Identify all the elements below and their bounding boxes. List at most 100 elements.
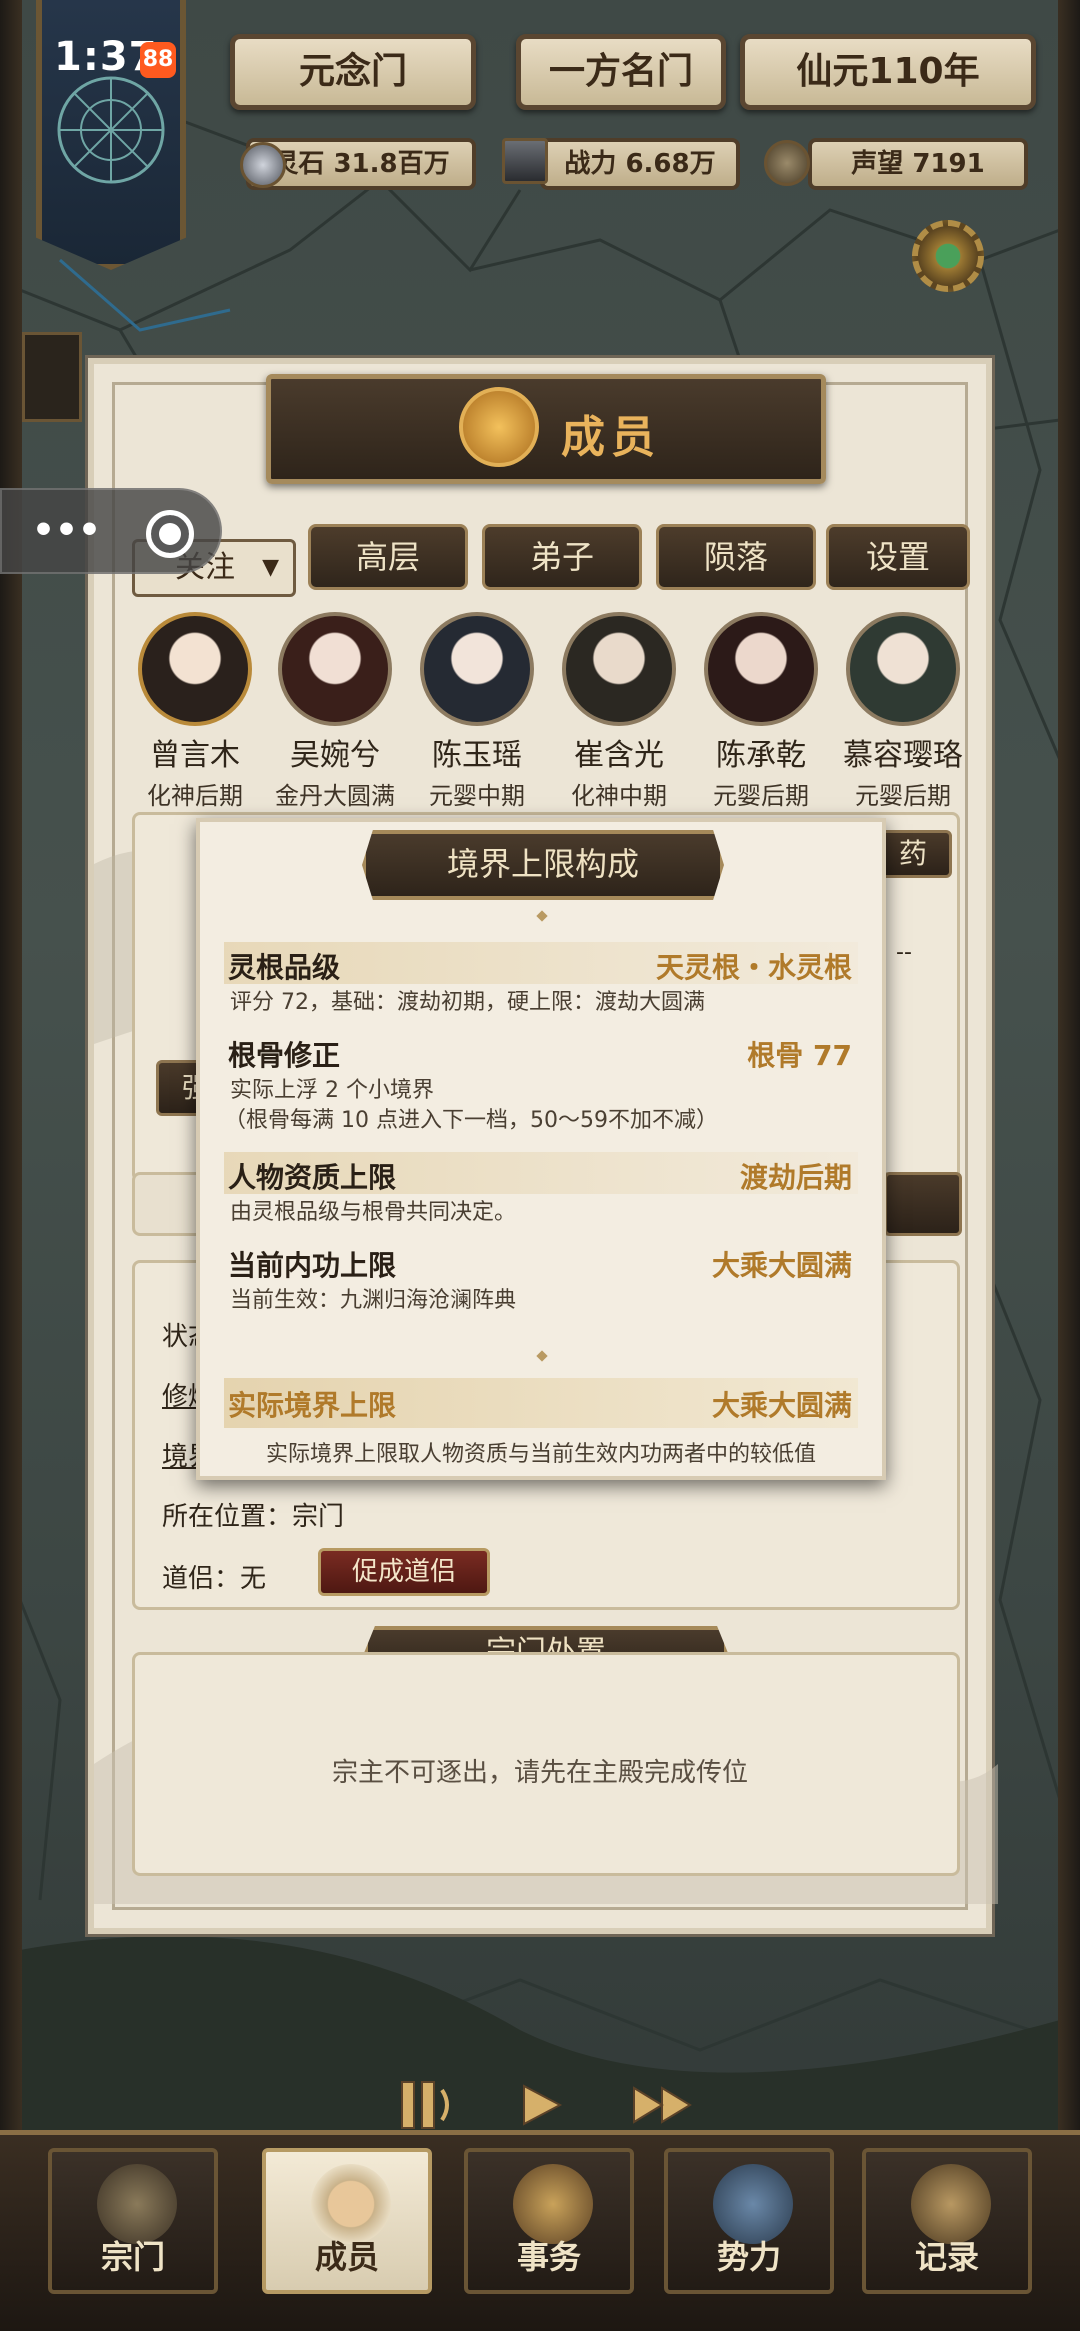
sword-icon <box>502 138 548 184</box>
spirit-stone-icon <box>240 142 286 188</box>
nav-affairs-label: 事务 <box>516 2238 581 2276</box>
member-level: 元婴后期 <box>713 782 809 810</box>
bone-value: 根骨 77 <box>747 1039 852 1072</box>
final-limit-title: 实际境界上限 <box>228 1389 397 1422</box>
dash-text: -- <box>896 940 912 965</box>
member-name: 曾言木 <box>150 738 240 773</box>
member-card[interactable]: 崔含光 化神中期 <box>556 612 682 811</box>
final-limit-value: 大乘大圆满 <box>711 1389 852 1422</box>
tab-senior[interactable]: 高层 <box>308 524 468 590</box>
bone-desc-1: 实际上浮 2 个小境界 <box>230 1078 434 1103</box>
combat-power-value: 战力 6.68万 <box>564 149 716 179</box>
avatar <box>562 612 676 726</box>
member-name: 陈玉瑶 <box>432 738 522 773</box>
avatar <box>420 612 534 726</box>
partner-text: 道侣：无 <box>162 1564 267 1594</box>
spirit-root-title: 灵根品级 <box>228 951 341 984</box>
avatar <box>138 612 252 726</box>
avatar <box>278 612 392 726</box>
nav-records[interactable]: 记录 <box>862 2148 1032 2294</box>
spirit-root-value: 天灵根・水灵根 <box>655 951 852 984</box>
technique-desc: 当前生效：九渊归海沧澜阵典 <box>230 1288 517 1313</box>
nav-factions[interactable]: 势力 <box>664 2148 834 2294</box>
nav-factions-label: 势力 <box>716 2238 781 2276</box>
right-frame <box>1058 0 1080 2331</box>
divider-diamond-icon <box>536 1350 548 1362</box>
member-name: 吴婉兮 <box>290 738 380 773</box>
member-level: 元婴后期 <box>855 782 951 810</box>
game-date: 仙元110年 <box>796 51 980 92</box>
prestige-resource[interactable]: 声望 7191 <box>808 138 1028 190</box>
pause-icon[interactable] <box>396 2078 456 2132</box>
nav-affairs[interactable]: 事务 <box>464 2148 634 2294</box>
member-level: 化神中期 <box>571 782 667 810</box>
tab-settings[interactable]: 设置 <box>826 524 970 590</box>
nav-members-label: 成员 <box>314 2238 379 2276</box>
member-card[interactable]: 曾言木 化神后期 <box>132 612 258 811</box>
member-emblem-icon <box>459 387 539 467</box>
side-scroll-icon[interactable] <box>22 332 82 422</box>
nav-sect[interactable]: 宗门 <box>48 2148 218 2294</box>
aptitude-desc: 由灵根品级与根骨共同决定。 <box>230 1200 517 1225</box>
final-limit-desc: 实际境界上限取人物资质与当前生效内功两者中的较低值 <box>265 1442 816 1467</box>
medicine-label: 药 <box>898 837 927 870</box>
tooltip-header: 境界上限构成 <box>362 830 724 900</box>
game-date-plaque[interactable]: 仙元110年 <box>740 34 1036 110</box>
app-notification-icon: 88 <box>140 42 176 78</box>
member-level: 化神后期 <box>147 782 243 810</box>
combat-power-resource[interactable]: 战力 6.68万 <box>540 138 740 190</box>
sect-rank-plaque[interactable]: 一方名门 <box>516 34 726 110</box>
fast-forward-icon[interactable] <box>630 2080 700 2130</box>
member-level: 元婴中期 <box>429 782 525 810</box>
member-level: 金丹大圆满 <box>275 782 395 810</box>
record-target-icon[interactable] <box>146 510 194 558</box>
tab-senior-label: 高层 <box>355 538 420 576</box>
location-text: 所在位置：宗门 <box>162 1502 345 1532</box>
play-icon[interactable] <box>516 2080 566 2130</box>
member-card[interactable]: 陈承乾 元婴后期 <box>698 612 824 811</box>
technique-title: 当前内功上限 <box>228 1249 397 1282</box>
floating-menu-pill[interactable]: ••• <box>0 488 222 574</box>
sect-name-plaque[interactable]: 元念门 <box>230 34 476 110</box>
spirit-stone-value: 灵石 31.8百万 <box>272 149 450 179</box>
technique-value: 大乘大圆满 <box>711 1249 852 1282</box>
tab-disciples-label: 弟子 <box>529 538 594 576</box>
member-card[interactable]: 陈玉瑶 元婴中期 <box>414 612 540 811</box>
caret-down-icon: ▼ <box>262 555 279 580</box>
member-card[interactable]: 慕容璎珞 元婴后期 <box>840 612 966 811</box>
modal-title: 成员 <box>561 412 661 463</box>
left-frame <box>0 0 22 2331</box>
bone-title: 根骨修正 <box>228 1039 341 1072</box>
disposal-text: 宗主不可逐出，请先在主殿完成传位 <box>331 1758 748 1788</box>
member-name: 慕容璎珞 <box>843 738 963 773</box>
aptitude-value: 渡劫后期 <box>739 1161 852 1194</box>
tab-disciples[interactable]: 弟子 <box>482 524 642 590</box>
nav-records-label: 记录 <box>914 2238 979 2276</box>
divider-diamond-icon <box>536 910 548 922</box>
aptitude-title: 人物资质上限 <box>228 1161 397 1194</box>
member-name: 陈承乾 <box>716 738 806 773</box>
tab-fallen-label: 陨落 <box>703 538 768 576</box>
settings-gear-icon[interactable] <box>912 220 984 292</box>
prestige-icon <box>764 140 810 186</box>
prestige-value: 声望 7191 <box>851 149 985 179</box>
tab-fallen[interactable]: 陨落 <box>656 524 816 590</box>
realm-limit-tooltip: 境界上限构成 灵根品级 天灵根・水灵根 评分 72，基础：渡劫初期，硬上限：渡劫… <box>196 818 886 1480</box>
member-card[interactable]: 吴婉兮 金丹大圆满 <box>272 612 398 811</box>
sect-name: 元念门 <box>298 51 407 92</box>
avatar <box>846 612 960 726</box>
tab-settings-label: 设置 <box>865 538 930 576</box>
modal-title-bar: 成员 <box>266 374 826 484</box>
nav-members[interactable]: 成员 <box>262 2148 432 2294</box>
bone-desc-2: （根骨每满 10 点进入下一档，50～59不加不减） <box>224 1108 718 1133</box>
spirit-root-desc: 评分 72，基础：渡劫初期，硬上限：渡劫大圆满 <box>230 990 705 1015</box>
tab-behind-right[interactable] <box>884 1172 962 1236</box>
sect-rank: 一方名门 <box>548 51 693 92</box>
arrange-partner-button[interactable]: 促成道侣 <box>318 1548 490 1596</box>
member-name: 崔含光 <box>574 738 664 773</box>
tooltip-title: 境界上限构成 <box>446 845 639 883</box>
nav-sect-label: 宗门 <box>100 2238 165 2276</box>
avatar <box>704 612 818 726</box>
more-dots-icon[interactable]: ••• <box>32 510 101 551</box>
arrange-partner-label: 促成道侣 <box>351 1557 456 1587</box>
